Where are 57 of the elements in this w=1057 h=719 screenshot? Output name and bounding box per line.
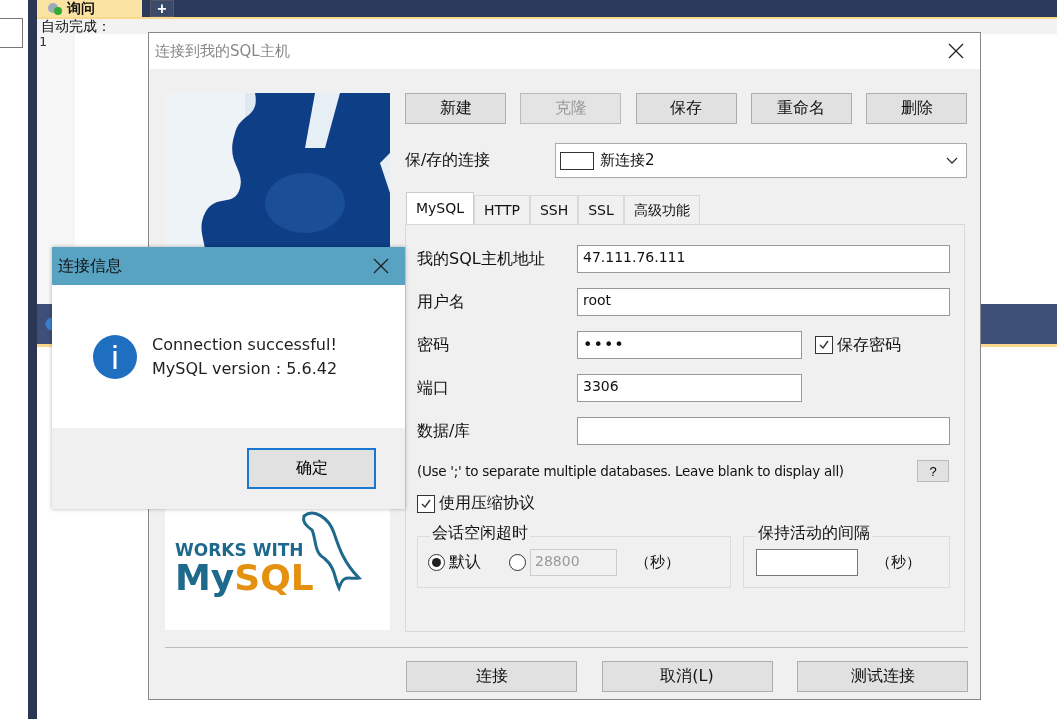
checkmark-icon [420,497,432,510]
ok-button[interactable]: 确定 [247,448,376,489]
chevron-down-icon [946,156,958,165]
input-field[interactable]: 3306 [577,374,802,402]
connection-dropdown[interactable]: 新连接2 [555,143,967,178]
input-field[interactable]: 47.111.76.111 [577,245,950,273]
footer-button[interactable]: 取消(L) [601,661,773,692]
field-label: 保/存的连接 [405,150,492,171]
checkbox[interactable] [417,494,435,513]
input-field[interactable]: •••• [577,331,802,359]
close-icon[interactable] [948,43,964,59]
radio-button[interactable] [428,554,445,571]
unit-label: （秒） [876,553,921,572]
window-title: 连接信息 [58,255,122,277]
group-title: 会话空闲超时 [430,523,530,544]
tab[interactable]: 高级功能 [623,195,700,224]
toolbar-button[interactable]: 新建 [405,93,506,124]
window-title: 连接到我的SQL主机 [155,41,290,61]
field-label: 我的SQL主机地址 [417,248,546,270]
query-tab[interactable]: 询问 [37,0,142,17]
text-field[interactable] [0,18,23,48]
toolbar-button[interactable]: 删除 [866,93,967,124]
tab[interactable]: HTTP [474,195,530,224]
tab[interactable]: MySQL [406,192,475,224]
logo-caption: WORKS WITH [175,540,305,560]
unit-label: （秒） [635,553,680,572]
input-field[interactable]: root [577,288,950,316]
tab[interactable]: SSL [578,195,624,224]
message-text: Connection successful! [152,335,338,354]
input-field[interactable] [756,549,858,576]
checkbox-label: 使用压缩协议 [439,493,535,514]
line-number: 1 [39,34,48,49]
field-label: 数据/库 [417,420,472,442]
footer-button[interactable]: 连接 [406,661,577,692]
field-label: 用户名 [417,291,466,313]
help-button[interactable]: ? [917,460,949,482]
close-icon[interactable] [373,258,389,274]
message-text: MySQL version : 5.6.42 [152,359,338,378]
add-tab-button[interactable]: + [150,0,174,17]
color-swatch [560,151,594,170]
field-label: 密码 [417,334,450,356]
checkbox-label: 保存密码 [837,334,901,356]
footer-button[interactable]: 测试连接 [797,661,968,692]
field-label: 端口 [417,377,450,399]
logo-wordmark: MySQL [175,560,314,596]
radio-label: 默认 [449,552,481,573]
group-title: 保持活动的间隔 [756,523,872,544]
toolbar-button[interactable]: 重命名 [750,93,852,124]
checkbox[interactable] [815,336,833,354]
toolbar-button[interactable]: 保存 [635,93,737,124]
query-icon [47,1,63,16]
checkmark-icon [818,339,830,351]
autocomplete-label: 自动完成： [41,17,111,36]
info-icon [92,333,138,380]
input-field[interactable] [577,417,950,445]
tab[interactable]: SSH [529,195,579,224]
hint-text: (Use ';' to separate multiple databases. Leave blank to display all) [417,463,844,479]
